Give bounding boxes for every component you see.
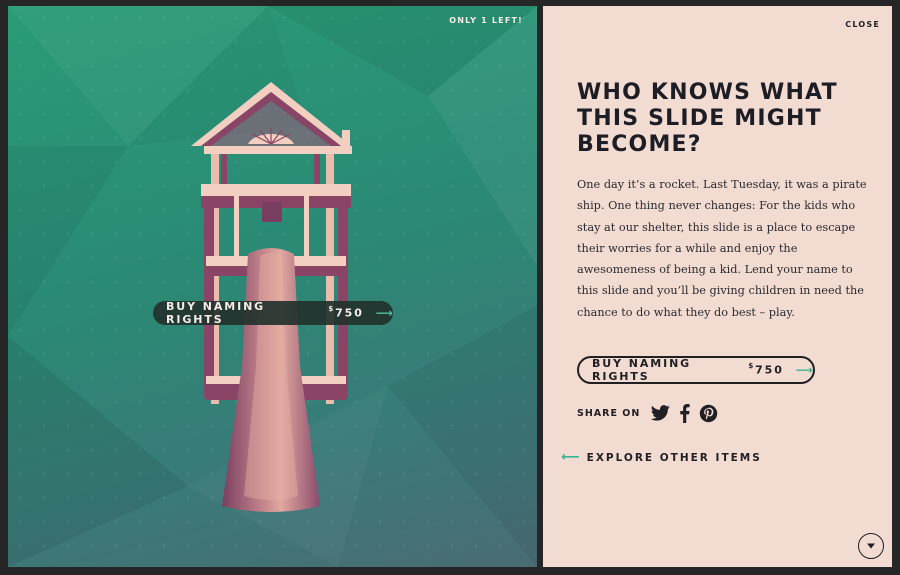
price-value: 750 <box>755 363 784 377</box>
buy-naming-rights-overlay-button[interactable]: BUY NAMING RIGHTS $750 ⟶ <box>153 300 393 326</box>
arrow-left-icon: ⟵ <box>561 450 580 465</box>
buy-label: BUY NAMING RIGHTS <box>166 300 266 326</box>
product-image-panel: ONLY 1 LEFT! BUY NAMING RIGHTS $750 ⟶ <box>8 6 537 567</box>
arrow-right-icon: ⟶ <box>795 363 813 377</box>
price: $750 <box>744 362 784 377</box>
price-value: 750 <box>335 306 364 320</box>
explore-other-items-link[interactable]: ⟵ EXPLORE OTHER ITEMS <box>561 450 762 465</box>
buy-label: BUY NAMING RIGHTS <box>592 357 692 383</box>
arrow-right-icon: ⟶ <box>375 306 393 320</box>
explore-label: EXPLORE OTHER ITEMS <box>586 451 762 464</box>
currency-symbol: $ <box>748 362 756 371</box>
close-button[interactable]: CLOSE <box>845 20 880 29</box>
scroll-down-button[interactable] <box>858 533 884 559</box>
item-description: One day it’s a rocket. Last Tuesday, it … <box>577 178 867 319</box>
product-illustration <box>8 6 537 567</box>
twitter-icon[interactable] <box>651 405 670 421</box>
price: $750 <box>324 305 364 320</box>
item-details-panel: CLOSE WHO KNOWS WHAT THIS SLIDE MIGHT BE… <box>543 6 892 567</box>
currency-symbol: $ <box>328 305 336 314</box>
facebook-icon[interactable] <box>679 403 690 423</box>
share-label: SHARE ON <box>577 407 641 419</box>
buy-naming-rights-button[interactable]: BUY NAMING RIGHTS $750 ⟶ <box>577 356 815 384</box>
page-title: WHO KNOWS WHAT THIS SLIDE MIGHT BECOME? <box>577 80 838 157</box>
chevron-down-icon <box>867 543 875 549</box>
pinterest-icon[interactable] <box>699 404 718 423</box>
stock-badge: ONLY 1 LEFT! <box>449 16 523 25</box>
share-row: SHARE ON <box>577 401 727 425</box>
